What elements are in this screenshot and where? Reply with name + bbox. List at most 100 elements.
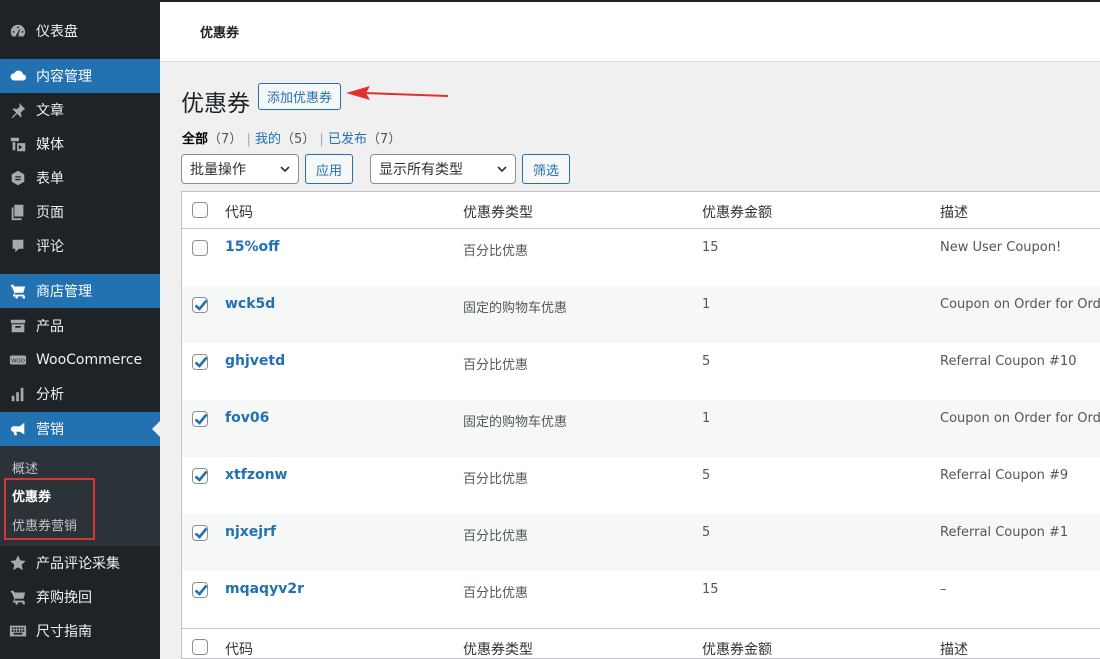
sidebar-item-label: 商店管理 [36, 284, 92, 300]
column-footer-description: 描述 [940, 642, 968, 658]
cloud-icon [8, 66, 28, 86]
sidebar-item-label: 媒体 [36, 137, 64, 153]
submenu-item-overview[interactable]: 概述 [12, 458, 38, 477]
sidebar-item-label: 弃购挽回 [36, 590, 92, 606]
apply-button[interactable]: 应用 [305, 154, 353, 184]
sidebar-item-cart-recovery[interactable]: 弃购挽回 [0, 580, 160, 614]
header-title: 优惠券 [200, 26, 240, 41]
coupon-type: 百分比优惠 [463, 472, 529, 487]
view-published[interactable]: 已发布 [328, 132, 367, 147]
annotation-arrow [346, 86, 449, 100]
media-icon [8, 134, 28, 154]
column-footer-code[interactable]: 代码 [225, 639, 253, 658]
table-row: xtfzonw 百分比优惠 5 Referral Coupon #9 [182, 457, 1100, 514]
dashboard-icon [8, 21, 28, 41]
megaphone-icon [8, 419, 28, 439]
sidebar-item-marketing[interactable]: 营销 [0, 412, 160, 446]
coupon-amount: 5 [702, 468, 711, 483]
checkmark-icon [194, 413, 208, 425]
view-mine[interactable]: 我的 [255, 132, 281, 147]
sidebar-item-posts[interactable]: 文章 [0, 93, 160, 127]
sidebar-item-label: 产品评论采集 [36, 556, 120, 572]
pin-icon [8, 100, 28, 120]
coupon-description: Coupon on Order for OrderI [940, 411, 1100, 426]
view-published-count: （7） [366, 132, 402, 147]
checkmark-icon [194, 356, 208, 368]
row-checkbox[interactable] [192, 525, 208, 541]
view-all-count: （7） [208, 132, 243, 147]
chevron-down-icon [497, 166, 507, 173]
row-checkbox[interactable] [192, 297, 208, 313]
annotation-highlight-box [4, 478, 95, 540]
archive-icon [8, 316, 28, 336]
sidebar-item-pages[interactable]: 页面 [0, 195, 160, 229]
column-footer-type: 优惠券类型 [463, 642, 533, 658]
bulk-action-select[interactable]: 批量操作 [181, 154, 299, 184]
sidebar-item-size-guide[interactable]: 尺寸指南 [0, 614, 160, 648]
select-all-checkbox[interactable] [192, 202, 208, 218]
sidebar-item-label: 仪表盘 [36, 24, 78, 40]
sidebar-item-woocommerce[interactable]: WOO WooCommerce [0, 343, 160, 377]
page-title: 优惠券 [181, 91, 250, 117]
column-header-code[interactable]: 代码 [225, 202, 253, 222]
row-checkbox[interactable] [192, 411, 208, 427]
row-checkbox[interactable] [192, 582, 208, 598]
coupon-amount: 5 [702, 354, 711, 369]
sidebar-item-label: 文章 [36, 103, 64, 119]
page-header-bar: 优惠券 [160, 0, 1100, 62]
svg-text:WOO: WOO [11, 358, 25, 364]
sidebar-item-label: 评论 [36, 239, 64, 255]
row-checkbox[interactable] [192, 240, 208, 256]
view-all[interactable]: 全部 [182, 132, 208, 147]
sidebar-item-label: 产品 [36, 319, 64, 335]
coupon-code-link[interactable]: ghjvetd [225, 353, 285, 369]
table-row: fov06 固定的购物车优惠 1 Coupon on Order for OrderI [182, 400, 1100, 457]
star-icon [8, 553, 28, 573]
coupon-type: 百分比优惠 [463, 244, 529, 259]
coupon-type: 固定的购物车优惠 [463, 301, 568, 316]
chart-bar-icon [8, 384, 28, 404]
sidebar-item-dashboard[interactable]: 仪表盘 [0, 14, 160, 48]
coupon-amount: 15 [702, 240, 719, 255]
coupon-code-link[interactable]: 15%off [225, 239, 279, 255]
row-checkbox[interactable] [192, 354, 208, 370]
sidebar-item-label: 表单 [36, 171, 64, 187]
table-row: mqaqyv2r 百分比优惠 15 – [182, 571, 1100, 628]
sidebar-item-content[interactable]: 内容管理 [0, 59, 160, 93]
coupon-code-link[interactable]: xtfzonw [225, 467, 287, 483]
woo-icon: WOO [8, 350, 28, 370]
coupon-description: Referral Coupon #10 [940, 354, 1077, 369]
coupon-type: 百分比优惠 [463, 358, 529, 373]
chevron-down-icon [280, 166, 290, 173]
select-all-checkbox[interactable] [192, 639, 208, 655]
sidebar-item-products[interactable]: 产品 [0, 309, 160, 343]
coupon-description: Referral Coupon #9 [940, 468, 1069, 483]
table-row: njxejrf 百分比优惠 5 Referral Coupon #1 [182, 514, 1100, 571]
add-coupon-button[interactable]: 添加优惠券 [258, 83, 341, 110]
current-menu-arrow [152, 421, 160, 437]
sidebar-item-label: 页面 [36, 205, 64, 221]
sidebar-item-comments[interactable]: 评论 [0, 229, 160, 263]
sidebar-item-forms[interactable]: 表单 [0, 161, 160, 195]
coupon-amount: 5 [702, 525, 711, 540]
sidebar-item-media[interactable]: 媒体 [0, 127, 160, 161]
coupon-type: 百分比优惠 [463, 586, 529, 601]
coupon-type: 百分比优惠 [463, 529, 529, 544]
coupon-type-select[interactable]: 显示所有类型 [370, 154, 516, 184]
view-mine-count: （5） [280, 132, 316, 147]
table-row: 15%off 百分比优惠 15 New User Coupon! [182, 229, 1100, 286]
page-icon [8, 202, 28, 222]
coupon-code-link[interactable]: wck5d [225, 296, 275, 312]
coupon-amount: 1 [702, 411, 711, 426]
sidebar-item-analytics[interactable]: 分析 [0, 377, 160, 411]
sidebar-item-product-reviews[interactable]: 产品评论采集 [0, 546, 160, 580]
coupon-code-link[interactable]: mqaqyv2r [225, 581, 304, 597]
coupon-code-link[interactable]: njxejrf [225, 524, 276, 540]
column-header-description: 描述 [940, 205, 968, 221]
coupon-amount: 15 [702, 582, 719, 597]
row-checkbox[interactable] [192, 468, 208, 484]
sidebar-item-store[interactable]: 商店管理 [0, 274, 160, 308]
coupon-code-link[interactable]: fov06 [225, 410, 269, 426]
coupon-description: – [940, 582, 947, 597]
filter-button[interactable]: 筛选 [522, 154, 570, 184]
